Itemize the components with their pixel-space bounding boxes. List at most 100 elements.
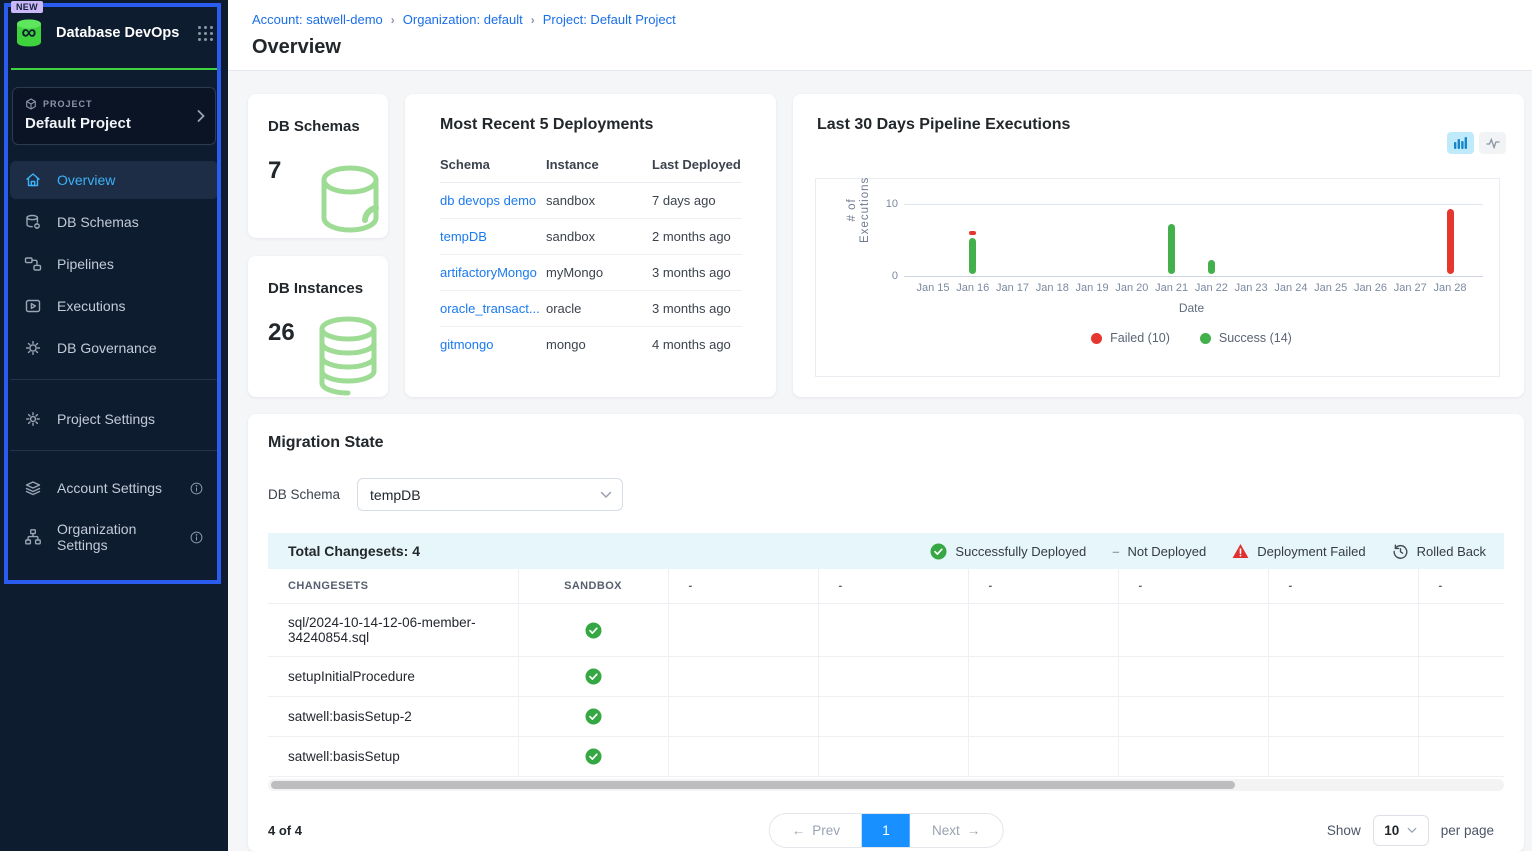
empty-cell [968, 737, 1118, 777]
changeset-name: satwell:basisSetup-2 [268, 697, 518, 737]
schema-link[interactable]: db devops demo [440, 193, 536, 208]
gridline [904, 204, 1483, 205]
result-count: 4 of 4 [268, 823, 302, 838]
legend-item: Success (14) [1200, 331, 1292, 345]
sidebar-item-label: DB Schemas [57, 214, 139, 230]
last-deployed-cell: 3 months ago [652, 255, 742, 291]
page-size-select[interactable]: 10 [1373, 815, 1429, 846]
breadcrumb-separator: › [531, 13, 535, 27]
stat-label: DB Schemas [268, 118, 388, 135]
schema-link[interactable]: artifactoryMongo [440, 265, 537, 280]
empty-cell [1118, 697, 1268, 737]
instance-cell: mongo [546, 327, 652, 363]
db-schema-select[interactable]: tempDB [357, 478, 623, 511]
last-deployed-cell: 2 months ago [652, 219, 742, 255]
deployments-column-header: Last Deployed [652, 148, 742, 183]
db-cylinder-icon [302, 160, 386, 238]
sidebar-item-db-schemas[interactable]: DB Schemas [10, 203, 218, 241]
next-page-button[interactable]: Next → [910, 814, 1002, 847]
chart-legend: Failed (10) Success (14) [1032, 331, 1352, 345]
breadcrumb-link[interactable]: Project: Default Project [543, 12, 676, 27]
breadcrumb: Account: satwell-demo › Organization: defa… [252, 12, 1532, 27]
success-bar [1208, 260, 1215, 274]
stat-card-db-instances: DB Instances 26 [248, 256, 388, 397]
empty-cell [1418, 604, 1504, 657]
nav-secondary: Project Settings [10, 400, 218, 438]
schema-link[interactable]: gitmongo [440, 337, 493, 352]
y-tick: 0 [872, 270, 898, 282]
failed-bar [969, 231, 976, 235]
deployments-title: Most Recent 5 Deployments [440, 116, 742, 134]
pipelines-icon [24, 255, 42, 273]
schema-link[interactable]: oracle_transact... [440, 301, 540, 316]
deployment-row: gitmongo mongo 4 months ago [440, 327, 742, 363]
app-grid-icon[interactable] [197, 25, 214, 42]
changesets-column-header: - [1418, 569, 1504, 604]
divider [10, 379, 218, 380]
sidebar-item-executions[interactable]: Executions [10, 287, 218, 325]
executions-chart: # ofExecutions100Jan 15Jan 16Jan 17Jan 1… [815, 178, 1500, 377]
sidebar-item-label: DB Governance [57, 340, 157, 356]
legend-item: Successfully Deployed [930, 543, 1086, 560]
breadcrumb-separator: › [391, 13, 395, 27]
cube-icon [25, 98, 37, 110]
changesets-column-header: SANDBOX [518, 569, 668, 604]
success-bar [969, 238, 976, 274]
chevron-down-icon [1407, 827, 1417, 834]
divider [10, 450, 218, 451]
changesets-column-header: - [968, 569, 1118, 604]
deployment-row: oracle_transact... oracle 3 months ago [440, 291, 742, 327]
account-layers-icon [24, 479, 42, 497]
home-icon [24, 171, 42, 189]
migration-title: Migration State [268, 434, 1504, 452]
breadcrumb-link[interactable]: Account: satwell-demo [252, 12, 383, 27]
project-selector[interactable]: PROJECT Default Project [12, 87, 216, 145]
empty-cell [668, 604, 818, 657]
changesets-table: CHANGESETSSANDBOX------ sql/2024-10-14-1… [268, 569, 1504, 777]
last-deployed-cell: 4 months ago [652, 327, 742, 363]
check-circle-icon [930, 543, 947, 560]
sandbox-status [518, 697, 668, 737]
info-icon[interactable] [189, 481, 204, 496]
empty-cell [1268, 737, 1418, 777]
sidebar-item-organization-settings[interactable]: Organization Settings [10, 511, 218, 563]
success-bar [1168, 224, 1175, 274]
legend-item: Deployment Failed [1232, 543, 1365, 559]
empty-cell [1118, 737, 1268, 777]
last-deployed-cell: 3 months ago [652, 291, 742, 327]
legend-item: Failed (10) [1091, 331, 1170, 345]
empty-cell [1118, 657, 1268, 697]
bar-chart-toggle-icon[interactable] [1447, 132, 1474, 154]
pipeline-executions-card: Last 30 Days Pipeline Executions [793, 94, 1524, 397]
recent-deployments-card: Most Recent 5 Deployments SchemaInstance… [405, 94, 776, 397]
info-icon[interactable] [189, 530, 204, 545]
page-1-button[interactable]: 1 [862, 814, 910, 847]
sidebar-item-pipelines[interactable]: Pipelines [10, 245, 218, 283]
prev-page-button[interactable]: ← Prev [770, 814, 862, 847]
legend-item: Rolled Back [1392, 543, 1486, 560]
sandbox-status [518, 737, 668, 777]
empty-cell [668, 697, 818, 737]
pagination: ← Prev 1 Next → [769, 813, 1004, 848]
empty-cell [1418, 737, 1504, 777]
brand-underline [11, 68, 217, 70]
chevron-down-icon [600, 491, 612, 499]
changesets-column-header: - [668, 569, 818, 604]
total-changesets: Total Changesets: 4 [288, 543, 420, 559]
sidebar-item-db-governance[interactable]: DB Governance [10, 329, 218, 367]
scrollbar-thumb[interactable] [271, 781, 1235, 789]
empty-cell [968, 657, 1118, 697]
line-chart-toggle-icon[interactable] [1479, 132, 1506, 154]
sidebar-item-label: Account Settings [57, 480, 162, 496]
x-axis-label: Date [1162, 301, 1222, 315]
empty-cell [1268, 604, 1418, 657]
sidebar-item-account-settings[interactable]: Account Settings [10, 469, 218, 507]
sidebar-item-project-settings[interactable]: Project Settings [10, 400, 218, 438]
empty-cell [1418, 657, 1504, 697]
breadcrumb-link[interactable]: Organization: default [403, 12, 523, 27]
y-tick: 10 [872, 198, 898, 210]
sidebar-item-overview[interactable]: Overview [10, 161, 218, 199]
sidebar-item-label: Executions [57, 298, 125, 314]
schema-link[interactable]: tempDB [440, 229, 487, 244]
org-chart-icon [24, 528, 42, 546]
